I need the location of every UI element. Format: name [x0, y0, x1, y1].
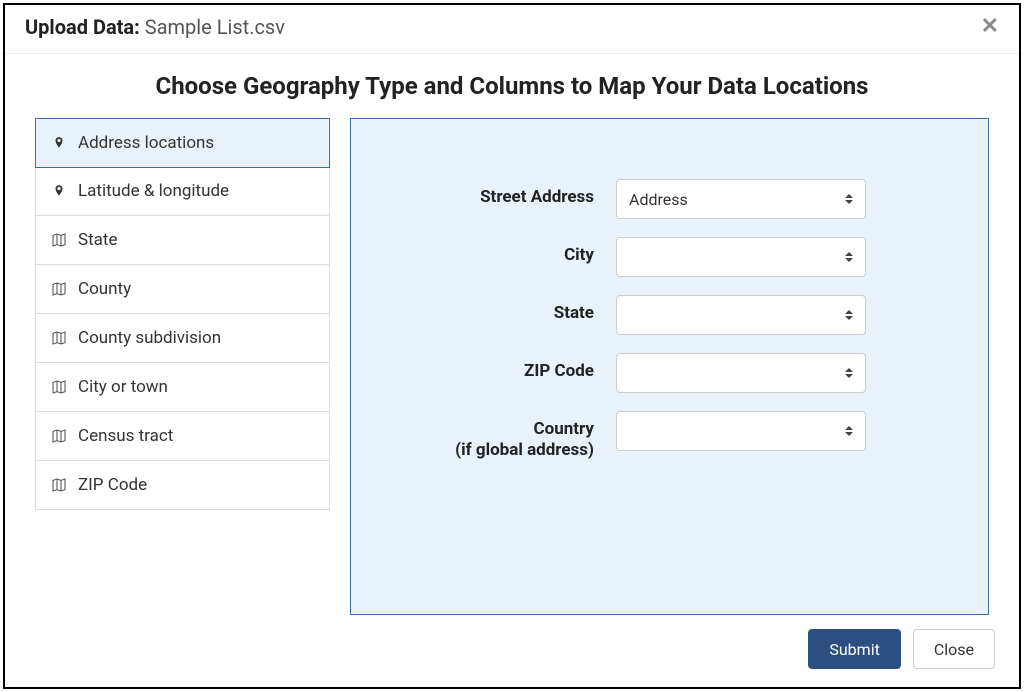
- zipcode-select[interactable]: [616, 353, 866, 393]
- geo-item-label: Census tract: [78, 426, 173, 446]
- updown-icon: [845, 249, 855, 265]
- field-label: City: [411, 237, 616, 266]
- geo-item-label: Address locations: [78, 133, 214, 153]
- title-prefix: Upload Data:: [25, 15, 140, 39]
- modal-footer: Submit Close: [5, 615, 1019, 687]
- select-value: Address: [629, 190, 688, 209]
- geo-item-state[interactable]: State: [36, 216, 329, 265]
- state-select[interactable]: [616, 295, 866, 335]
- field-label: State: [411, 295, 616, 324]
- title-filename: Sample List.csv: [145, 15, 285, 39]
- form-row-city: City: [411, 237, 928, 277]
- updown-icon: [845, 307, 855, 323]
- geo-item-county[interactable]: County: [36, 265, 329, 314]
- geo-item-label: ZIP Code: [78, 475, 147, 495]
- map-icon: [50, 378, 68, 396]
- map-icon: [50, 231, 68, 249]
- field-label: Street Address: [411, 179, 616, 208]
- close-icon[interactable]: ✕: [981, 16, 999, 38]
- city-select[interactable]: [616, 237, 866, 277]
- map-icon: [50, 476, 68, 494]
- updown-icon: [845, 423, 855, 439]
- form-row-zip-code: ZIP Code: [411, 353, 928, 393]
- geo-item-label: State: [78, 230, 117, 250]
- map-icon: [50, 427, 68, 445]
- modal-title: Upload Data: Sample List.csv: [25, 15, 285, 39]
- content-row: Address locations Latitude & longitude S…: [5, 110, 1019, 615]
- close-button[interactable]: Close: [913, 629, 995, 669]
- form-row-country: Country (if global address): [411, 411, 928, 462]
- field-label: Country (if global address): [411, 411, 616, 462]
- geo-item-label: City or town: [78, 377, 168, 397]
- page-title: Choose Geography Type and Columns to Map…: [5, 54, 1019, 110]
- form-row-state: State: [411, 295, 928, 335]
- submit-button[interactable]: Submit: [808, 629, 900, 669]
- pin-icon: [50, 134, 68, 152]
- updown-icon: [845, 191, 855, 207]
- map-icon: [50, 280, 68, 298]
- geo-item-label: County subdivision: [78, 328, 221, 348]
- updown-icon: [845, 365, 855, 381]
- geo-item-address-locations[interactable]: Address locations: [35, 118, 330, 168]
- country-select[interactable]: [616, 411, 866, 451]
- mapping-panel: Street Address Address City: [350, 118, 989, 615]
- modal-header: Upload Data: Sample List.csv ✕: [5, 5, 1019, 54]
- pin-icon: [50, 182, 68, 200]
- geography-type-list: Address locations Latitude & longitude S…: [35, 118, 330, 510]
- geo-item-zip-code[interactable]: ZIP Code: [36, 461, 329, 509]
- geo-item-city-or-town[interactable]: City or town: [36, 363, 329, 412]
- upload-data-modal: Upload Data: Sample List.csv ✕ Choose Ge…: [3, 3, 1021, 689]
- geo-item-label: County: [78, 279, 131, 299]
- street-address-select[interactable]: Address: [616, 179, 866, 219]
- map-icon: [50, 329, 68, 347]
- form-row-street-address: Street Address Address: [411, 179, 928, 219]
- geo-item-lat-lon[interactable]: Latitude & longitude: [36, 167, 329, 216]
- geo-item-census-tract[interactable]: Census tract: [36, 412, 329, 461]
- geo-item-county-subdivision[interactable]: County subdivision: [36, 314, 329, 363]
- field-label: ZIP Code: [411, 353, 616, 382]
- geo-item-label: Latitude & longitude: [78, 181, 229, 201]
